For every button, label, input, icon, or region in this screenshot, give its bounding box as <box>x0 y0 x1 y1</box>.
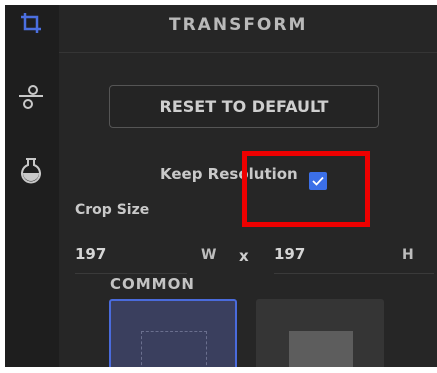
transform-panel: TRANSFORM RESET TO DEFAULT Keep Resoluti… <box>59 5 437 367</box>
crop-icon[interactable] <box>15 7 47 39</box>
keep-resolution-label: Keep Resolution <box>160 165 298 183</box>
flask-icon[interactable] <box>15 155 47 187</box>
panel-title: TRANSFORM <box>169 15 308 35</box>
tool-sidebar <box>5 5 59 367</box>
height-input[interactable]: 197 H <box>274 243 434 274</box>
keep-resolution-checkbox[interactable] <box>309 172 327 190</box>
width-unit-label: W <box>201 247 217 263</box>
app-window: TRANSFORM RESET TO DEFAULT Keep Resoluti… <box>5 5 437 367</box>
width-input[interactable]: 197 W <box>75 243 216 274</box>
size-separator: x <box>239 247 249 265</box>
preset-tile-free[interactable] <box>109 299 237 367</box>
crop-size-label: Crop Size <box>75 202 150 218</box>
divider <box>59 52 437 53</box>
height-value: 197 <box>274 245 306 263</box>
adjust-icon[interactable] <box>15 81 47 113</box>
common-section-label: COMMON <box>110 275 195 293</box>
free-aspect-icon <box>141 331 207 367</box>
preset-tile-square[interactable] <box>256 299 384 367</box>
square-aspect-icon <box>289 331 353 367</box>
reset-to-default-button[interactable]: RESET TO DEFAULT <box>109 85 379 128</box>
checkmark-icon <box>312 176 324 186</box>
width-value: 197 <box>75 245 107 263</box>
height-unit-label: H <box>402 247 414 263</box>
